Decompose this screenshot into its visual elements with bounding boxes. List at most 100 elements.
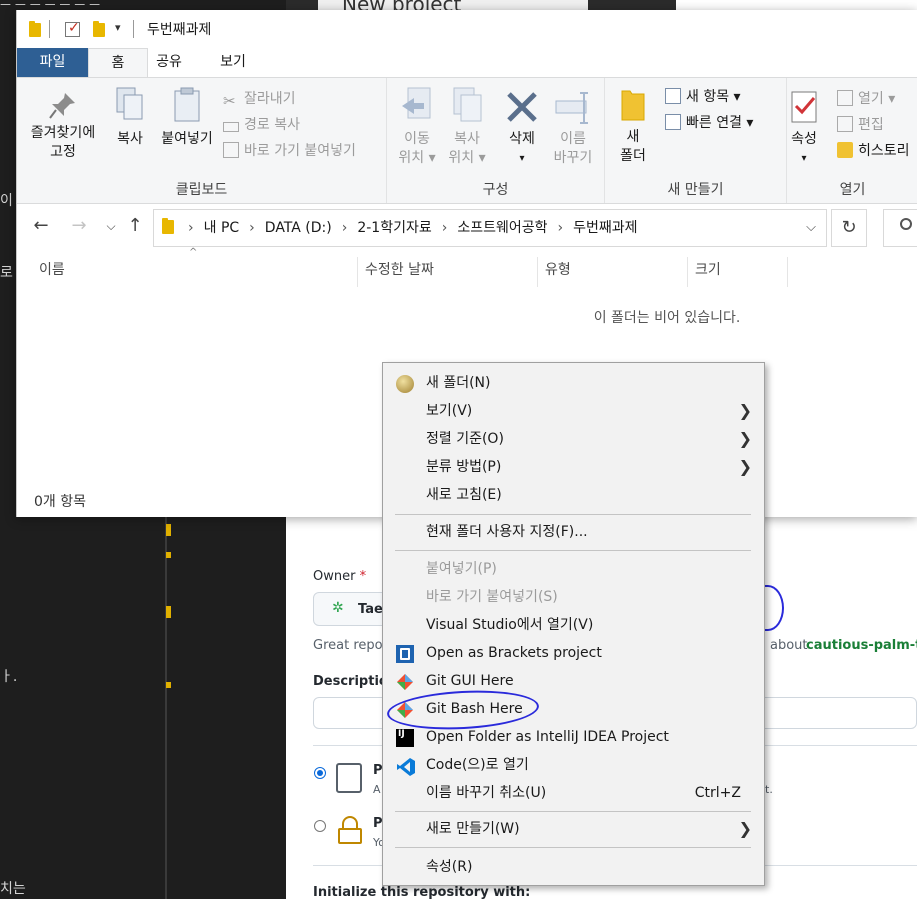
- divider: [133, 20, 134, 38]
- column-separator[interactable]: [787, 257, 788, 287]
- recent-locations-button[interactable]: ⌵: [99, 219, 123, 234]
- delete-button[interactable]: 삭제 ▾: [499, 90, 545, 168]
- tab-share[interactable]: 공유: [148, 48, 190, 77]
- public-radio[interactable]: [314, 767, 326, 779]
- properties-label: ▾: [801, 153, 807, 164]
- copy-path-button[interactable]: 경로 복사: [223, 114, 300, 136]
- github-new-project: New project: [318, 0, 588, 10]
- column-type[interactable]: 유형: [537, 259, 687, 287]
- editor-marker: [166, 606, 171, 618]
- menu-item-refresh[interactable]: 새로 고침(E): [383, 481, 764, 509]
- menu-item-brackets[interactable]: Open as Brackets project: [383, 639, 764, 667]
- breadcrumb-data-drive[interactable]: DATA (D:): [265, 220, 332, 236]
- editor-indent-guide: [165, 515, 167, 899]
- chevron-down-icon[interactable]: ⌵: [806, 220, 816, 235]
- forward-button[interactable]: →: [67, 215, 91, 236]
- menu-item-sort-by[interactable]: 정렬 기준(O) ❯: [383, 425, 764, 453]
- back-button[interactable]: ←: [29, 215, 53, 236]
- edit-icon: [837, 116, 853, 132]
- delete-icon: [507, 92, 537, 122]
- new-item-button[interactable]: 새 항목 ▾: [665, 86, 741, 108]
- paste-shortcut-icon: [223, 142, 239, 158]
- menu-separator: [395, 847, 751, 848]
- column-date-modified[interactable]: 수정한 날짜: [357, 259, 537, 287]
- new-folder-quick-icon[interactable]: [93, 21, 105, 37]
- menu-item-new[interactable]: 새로 만들기(W) ❯: [383, 815, 764, 843]
- breadcrumb-semester[interactable]: 2-1학기자료: [357, 220, 431, 236]
- menu-item-view[interactable]: 보기(V) ❯: [383, 397, 764, 425]
- new-group: 새 폴더 새 항목 ▾ 빠른 연결 ▾ 새 만들기: [605, 78, 787, 203]
- rename-icon: [555, 92, 588, 124]
- suggested-name-link[interactable]: cautious-palm-tre: [806, 638, 917, 653]
- customize-quick-access-icon[interactable]: ▾: [115, 21, 121, 34]
- menu-item-paste-shortcut[interactable]: 바로 가기 붙여넣기(S): [383, 583, 764, 611]
- tab-home[interactable]: 홈: [88, 48, 148, 77]
- copy-path-icon: [223, 122, 239, 132]
- copy-to-button[interactable]: 복사 위치 ▾: [441, 87, 493, 168]
- move-to-icon: [402, 87, 431, 119]
- new-folder-icon: [621, 90, 645, 121]
- refresh-button[interactable]: ↻: [831, 209, 867, 247]
- edit-button[interactable]: 편집: [837, 114, 884, 136]
- title-bar: ✓ ▾ 두번째과제: [17, 10, 917, 48]
- menu-item-undo-rename[interactable]: 이름 바꾸기 취소(U) Ctrl+Z: [383, 779, 764, 807]
- easy-access-button[interactable]: 빠른 연결 ▾: [665, 112, 753, 134]
- menu-item-git-gui[interactable]: Git GUI Here: [383, 667, 764, 695]
- copy-icon: [116, 87, 143, 120]
- history-button[interactable]: 히스토리: [837, 140, 910, 162]
- tab-file[interactable]: 파일: [17, 48, 88, 77]
- breadcrumb-my-pc[interactable]: 내 PC: [204, 220, 240, 236]
- properties-button[interactable]: 속성 ▾: [787, 90, 821, 168]
- menu-item-properties[interactable]: 속성(R): [383, 853, 764, 881]
- delete-label: 삭제: [509, 131, 535, 147]
- pin-label: 즐겨찾기에: [30, 125, 96, 141]
- open-group-label: 열기: [839, 182, 866, 198]
- new-folder-label: 폴더: [620, 148, 646, 164]
- open-icon: [837, 90, 853, 106]
- address-bar[interactable]: › 내 PC › DATA (D:) › 2-1학기자료 › 소프트웨어공학 › 두번째과제 ⌵: [153, 209, 827, 247]
- vscode-icon: [396, 757, 415, 776]
- address-row: ← → ⌵ ↑ › 내 PC › DATA (D:) › 2-1학기자료 › 소프트웨어공학 ›…: [17, 205, 917, 251]
- paste-shortcut-button[interactable]: 바로 가기 붙여넣기: [223, 140, 356, 162]
- menu-item-open-visual-studio[interactable]: Visual Studio에서 열기(V): [383, 611, 764, 639]
- menu-item-customize-folder[interactable]: 현재 폴더 사용자 지정(F)...: [383, 518, 764, 546]
- menu-separator: [395, 550, 751, 551]
- move-to-label: 이동: [404, 131, 430, 147]
- menu-item-group-by[interactable]: 분류 방법(P) ❯: [383, 453, 764, 481]
- menu-item-new-folder[interactable]: 새 폴더(N): [383, 369, 764, 397]
- breadcrumb-software-eng[interactable]: 소프트웨어공학: [457, 220, 547, 236]
- breadcrumb-current[interactable]: 두번째과제: [573, 220, 637, 236]
- properties-quick-icon[interactable]: ✓: [65, 20, 80, 37]
- new-project-title: New project: [342, 0, 461, 10]
- editor-marker: [166, 524, 171, 536]
- rename-button[interactable]: 이름 바꾸기: [547, 90, 599, 168]
- search-input[interactable]: [883, 209, 917, 247]
- new-folder-icon: [396, 375, 414, 393]
- properties-icon: [791, 91, 817, 123]
- ribbon-tabs: 파일 홈 공유 보기: [17, 48, 917, 77]
- tab-view[interactable]: 보기: [212, 48, 254, 77]
- open-button[interactable]: 열기 ▾: [837, 88, 895, 110]
- editor-text: 로: [0, 265, 13, 281]
- move-to-label: 위치 ▾: [398, 150, 436, 166]
- delete-label: ▾: [519, 153, 525, 164]
- paste-button[interactable]: 붙여넣기: [155, 87, 219, 149]
- editor-marker: [166, 552, 171, 558]
- copy-button[interactable]: 복사: [107, 87, 153, 149]
- column-name[interactable]: 이름: [31, 259, 356, 287]
- pin-button[interactable]: 즐겨찾기에 고정: [23, 90, 103, 162]
- menu-item-open-vscode[interactable]: Code(으)로 열기: [383, 751, 764, 779]
- clipboard-group: 즐겨찾기에 고정 복사 붙여넣기 ✂잘라내기 경로 복사 바로 가기 붙여넣기: [17, 78, 387, 203]
- paste-icon: [174, 87, 200, 122]
- owner-select[interactable]: ✲ TaeV: [313, 592, 393, 626]
- menu-item-paste[interactable]: 붙여넣기(P): [383, 555, 764, 583]
- new-folder-button[interactable]: 새 폴더: [615, 90, 651, 166]
- ribbon: 즐겨찾기에 고정 복사 붙여넣기 ✂잘라내기 경로 복사 바로 가기 붙여넣기: [17, 77, 917, 204]
- private-radio[interactable]: [314, 820, 326, 832]
- scissors-icon: ✂: [223, 92, 236, 110]
- git-gui-icon: [396, 673, 414, 691]
- up-button[interactable]: ↑: [123, 215, 147, 236]
- move-to-button[interactable]: 이동 위치 ▾: [391, 87, 443, 168]
- cut-button[interactable]: ✂ 잘라내기: [223, 88, 296, 110]
- column-size[interactable]: 크기: [687, 259, 787, 287]
